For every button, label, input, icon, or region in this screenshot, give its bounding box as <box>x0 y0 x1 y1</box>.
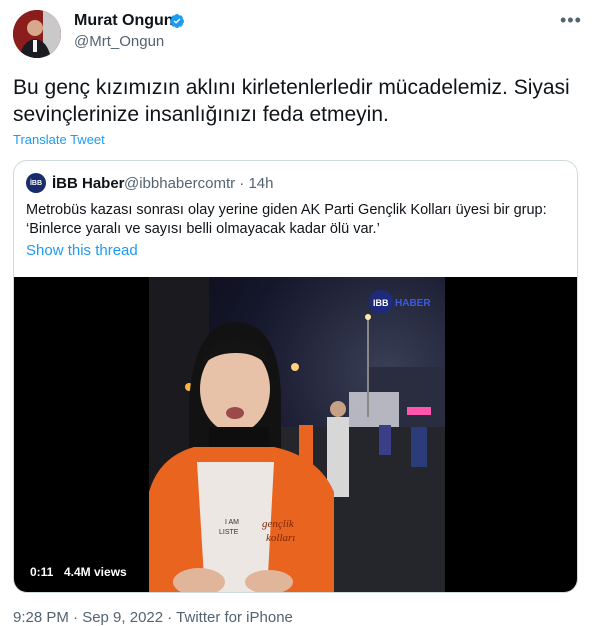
video-frame[interactable]: I AM LISTE gençlik kolları IBB HABER <box>149 277 445 592</box>
svg-text:LISTE: LISTE <box>219 529 239 536</box>
tweet-timestamp[interactable]: 9:28 PM · Sep 9, 2022 · Twitter for iPho… <box>13 609 293 626</box>
quoted-author-name[interactable]: İBB Haber <box>52 175 125 192</box>
author-handle[interactable]: @Mrt_Ongun <box>74 33 164 50</box>
svg-text:I AM: I AM <box>225 519 239 526</box>
quoted-tweet-text: Metrobüs kazası sonrası olay yerine gide… <box>26 202 547 237</box>
quoted-tweet-card[interactable]: İBB İBB Haber @ibbhabercomtr · 14h Metro… <box>13 160 578 593</box>
video-view-count: 4.4M views <box>64 565 127 579</box>
video-thumbnail: I AM LISTE gençlik kolları IBB HABER <box>149 277 445 592</box>
verified-badge-icon <box>169 14 184 28</box>
quoted-time: · 14h <box>239 175 274 192</box>
show-thread-link[interactable]: Show this thread <box>26 242 138 259</box>
svg-text:HABER: HABER <box>395 298 431 309</box>
author-name[interactable]: Murat Ongun <box>74 12 174 30</box>
quoted-meta: @ibbhabercomtr · 14h <box>124 175 273 192</box>
svg-text:gençlik: gençlik <box>262 518 295 530</box>
quoted-avatar[interactable]: İBB <box>26 173 46 193</box>
quoted-author-handle[interactable]: @ibbhabercomtr <box>124 175 235 192</box>
video-duration: 0:11 <box>30 565 54 579</box>
translate-tweet-link[interactable]: Translate Tweet <box>13 132 105 147</box>
author-avatar[interactable] <box>13 10 61 58</box>
video-player[interactable]: I AM LISTE gençlik kolları IBB HABER 0:1… <box>14 277 577 592</box>
svg-text:IBB: IBB <box>373 298 389 308</box>
tweet-text: Bu genç kızımızın aklını kirletenlerledi… <box>13 76 570 126</box>
more-options-icon[interactable]: ••• <box>560 10 582 31</box>
svg-text:kolları: kolları <box>266 532 295 544</box>
